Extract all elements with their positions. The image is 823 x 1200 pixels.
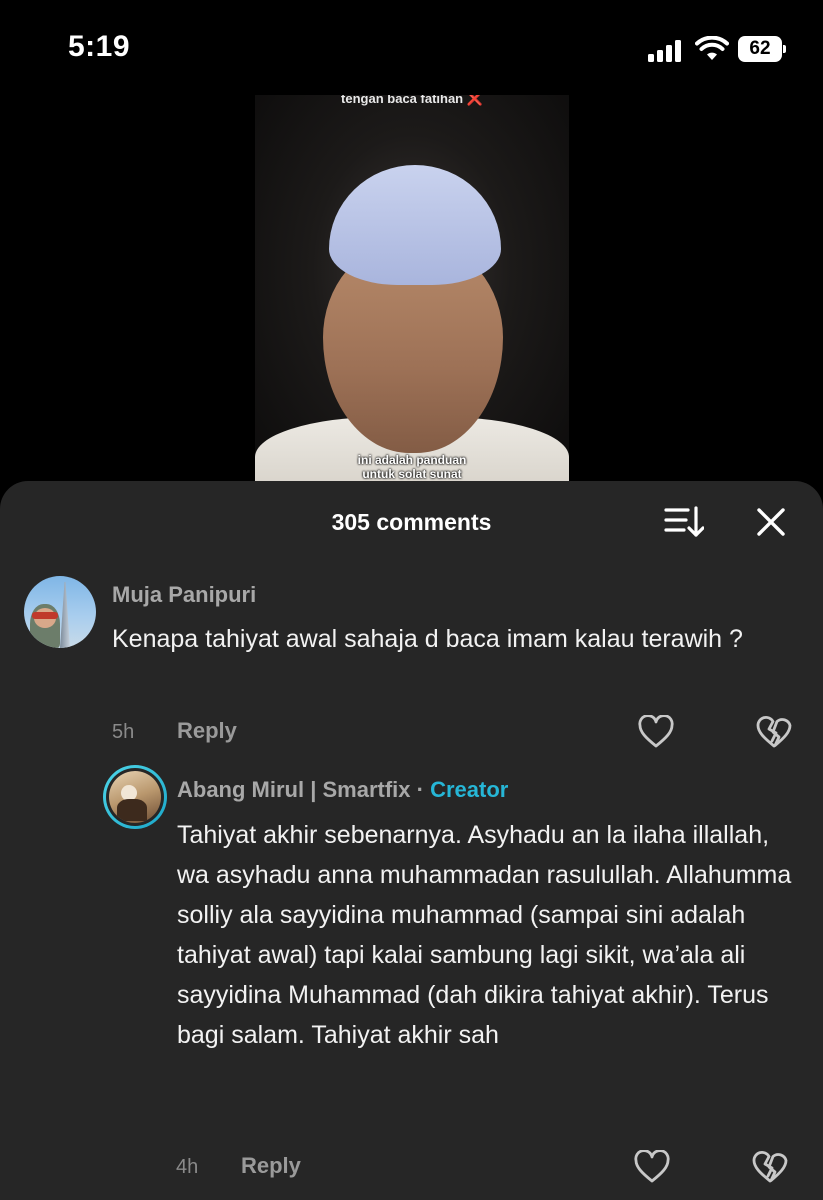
- video-preview[interactable]: tengan baca fatihan ❌ ini adalah panduan…: [255, 95, 569, 483]
- battery-level: 62: [738, 36, 782, 62]
- close-icon[interactable]: [754, 505, 788, 539]
- battery-icon: 62: [738, 36, 786, 62]
- signal-icon: [648, 38, 688, 62]
- comments-sheet: 305 comments Muja Panipuri Kenapa tahiya…: [0, 481, 823, 1200]
- username-separator: ·: [410, 777, 431, 802]
- video-frame: [255, 155, 569, 483]
- reply-username-row[interactable]: Abang Mirul | Smartfix · Creator: [177, 777, 508, 803]
- sort-icon[interactable]: [664, 505, 704, 539]
- comment-username[interactable]: Muja Panipuri: [112, 582, 256, 608]
- creator-avatar[interactable]: [103, 765, 167, 829]
- heart-icon[interactable]: [634, 1150, 670, 1184]
- heart-icon[interactable]: [638, 715, 674, 749]
- broken-heart-icon[interactable]: [752, 1150, 788, 1184]
- reply-username[interactable]: Abang Mirul | Smartfix: [177, 777, 411, 802]
- video-subtitle: ini adalah panduan untuk solat sunat: [357, 453, 467, 481]
- reply-button[interactable]: Reply: [177, 718, 237, 744]
- cross-mark-icon: ❌: [466, 95, 483, 106]
- video-top-caption: tengan baca fatihan ❌: [255, 95, 569, 107]
- comments-header: 305 comments: [0, 481, 823, 561]
- comment-timestamp: 5h: [112, 721, 135, 743]
- comment-text: Kenapa tahiyat awal sahaja d baca imam k…: [112, 625, 743, 653]
- status-bar: 5:19 62: [0, 0, 823, 95]
- reply-timestamp: 4h: [176, 1156, 199, 1178]
- reply-button[interactable]: Reply: [241, 1153, 301, 1179]
- broken-heart-icon[interactable]: [756, 715, 792, 749]
- creator-badge: Creator: [430, 777, 509, 802]
- status-time: 5:19: [68, 30, 131, 63]
- cap-shape: [329, 165, 501, 285]
- avatar[interactable]: [24, 576, 96, 648]
- wifi-icon: [695, 36, 729, 60]
- reply-text: Tahiyat akhir sebenarnya. Asyhadu an la …: [177, 821, 792, 1049]
